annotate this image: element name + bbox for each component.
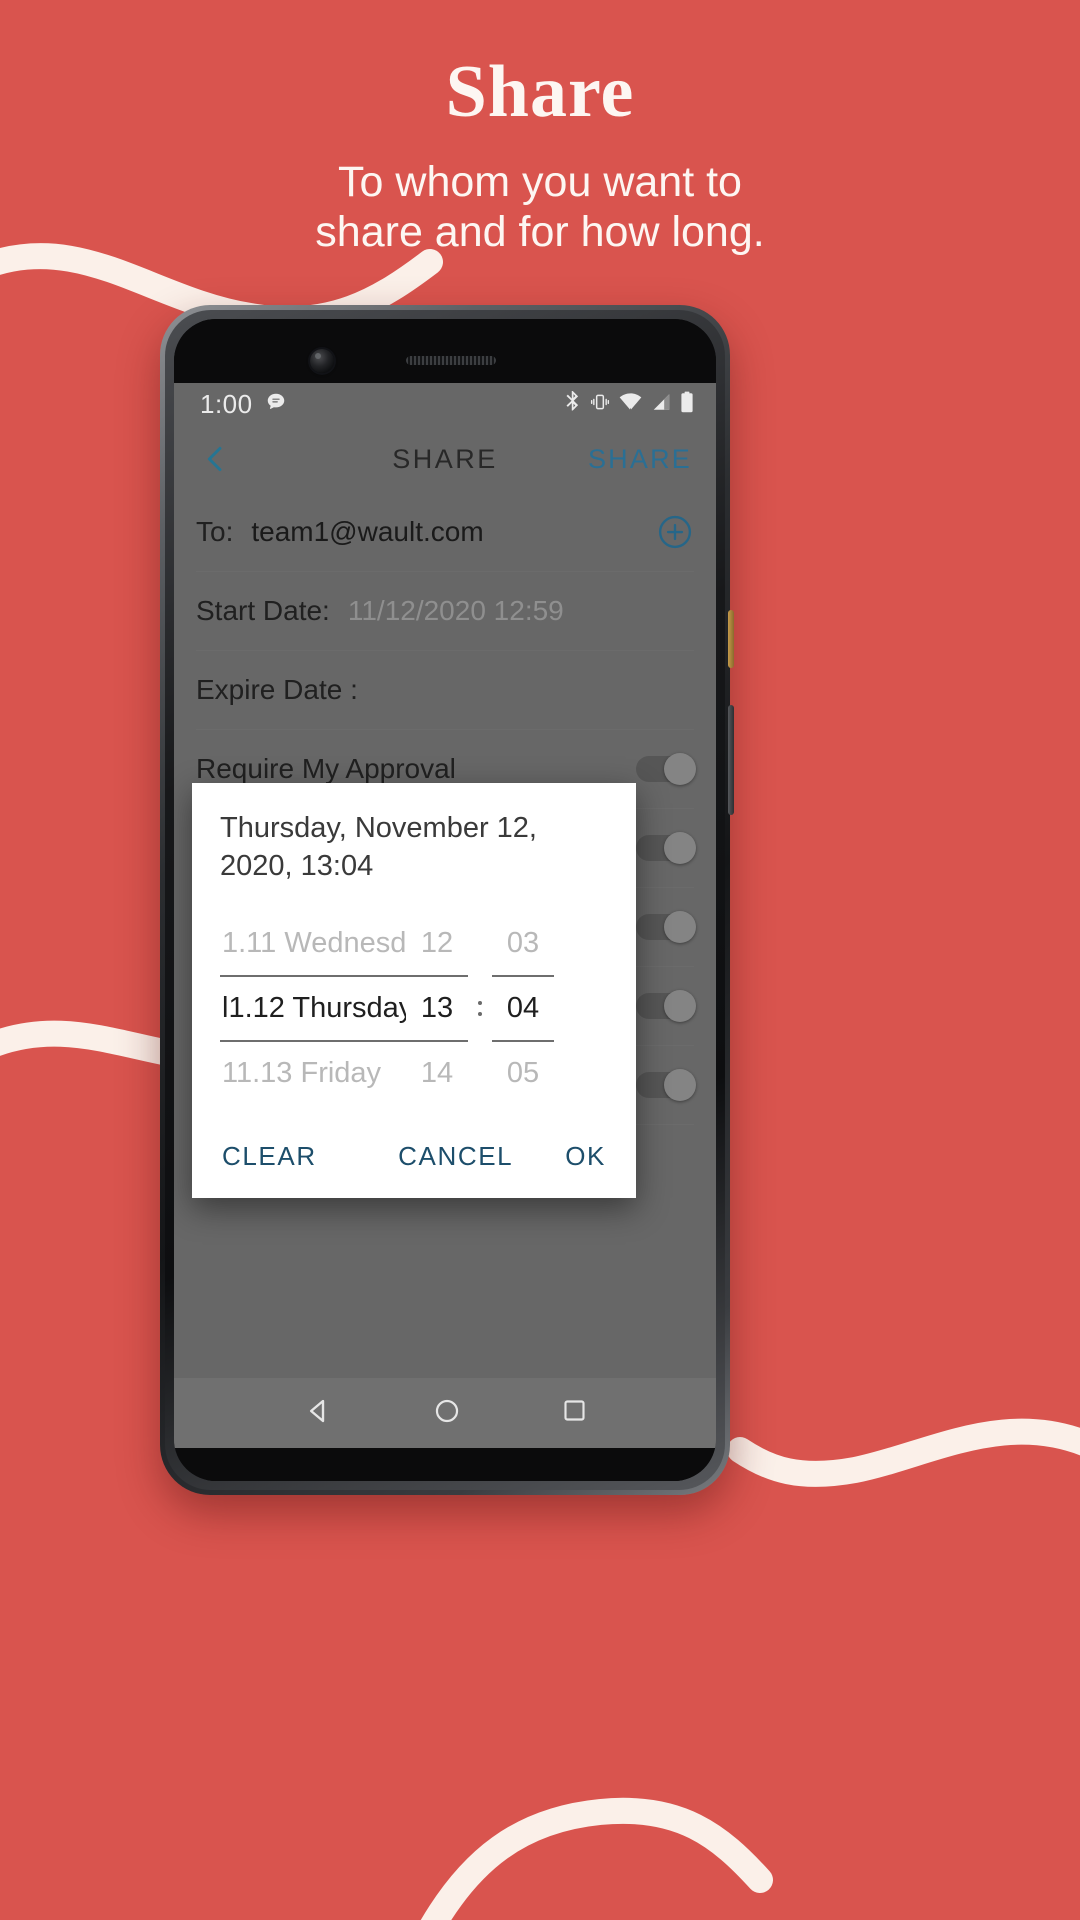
android-navigation-bar (174, 1378, 716, 1448)
ok-button[interactable]: OK (565, 1141, 606, 1172)
time-separator-colon-icon (468, 977, 492, 1040)
time-separator (468, 912, 492, 1105)
minute-wheel-selected[interactable]: 04 (492, 977, 554, 1040)
date-wheel-next[interactable]: 11.13 Friday (220, 1042, 406, 1105)
volume-button[interactable] (728, 705, 734, 815)
time-separator-spacer-top (468, 912, 492, 975)
recents-square-icon[interactable] (561, 1397, 588, 1429)
phone-body: 1:00 SHARE SHARE To: team1@wault.com Sta… (174, 319, 716, 1481)
phone-frame: 1:00 SHARE SHARE To: team1@wault.com Sta… (160, 305, 730, 1495)
datetime-picker-header: Thursday, November 12, 2020, 13:04 (220, 812, 537, 883)
hour-wheel-selected[interactable]: 13 (406, 977, 468, 1040)
phone-mockup: 1:00 SHARE SHARE To: team1@wault.com Sta… (160, 305, 734, 1495)
page-subtitle-line2: share and for how long. (315, 208, 765, 257)
minute-wheel[interactable]: 03 04 05 (492, 912, 554, 1105)
minute-wheel-previous[interactable]: 03 (492, 912, 554, 975)
dialog-actions-right: CANCEL OK (398, 1141, 606, 1172)
minute-wheel-next[interactable]: 05 (492, 1042, 554, 1105)
hour-wheel-next[interactable]: 14 (406, 1042, 468, 1105)
date-wheel-selected[interactable]: l1.12 Thursday (220, 977, 406, 1040)
front-camera-icon (310, 349, 334, 373)
phone-top-bezel (174, 319, 716, 383)
phone-frame-inner: 1:00 SHARE SHARE To: team1@wault.com Sta… (165, 310, 725, 1490)
clear-button[interactable]: CLEAR (222, 1141, 317, 1172)
cancel-button[interactable]: CANCEL (398, 1141, 513, 1172)
phone-bottom-bezel (174, 1448, 716, 1481)
page-subtitle: To whom you want to share and for how lo… (0, 157, 1080, 258)
back-triangle-icon[interactable] (303, 1396, 333, 1431)
page-subtitle-line1: To whom you want to (338, 158, 742, 206)
earpiece-speaker-icon (406, 356, 496, 365)
dialog-actions: CLEAR CANCEL OK (220, 1111, 608, 1198)
hour-wheel-previous[interactable]: 12 (406, 912, 468, 975)
date-wheel[interactable]: 1.11 Wednesda l1.12 Thursday 11.13 Frida… (220, 912, 406, 1105)
phone-screen: 1:00 SHARE SHARE To: team1@wault.com Sta… (174, 383, 716, 1448)
date-wheel-previous[interactable]: 1.11 Wednesda (220, 912, 406, 975)
share-action-button[interactable]: SHARE (588, 444, 692, 475)
datetime-picker-wheels: 1.11 Wednesda l1.12 Thursday 11.13 Frida… (220, 912, 608, 1111)
time-separator-spacer-bottom (468, 1042, 492, 1105)
page-title: Share (445, 51, 635, 133)
home-circle-icon[interactable] (433, 1397, 461, 1430)
hour-wheel[interactable]: 12 13 14 (406, 912, 468, 1105)
datetime-picker-dialog: Thursday, November 12, 2020, 13:04 1.11 … (192, 783, 636, 1198)
power-button[interactable] (728, 610, 734, 668)
hero-section: Share To whom you want to share and for … (0, 0, 1080, 258)
